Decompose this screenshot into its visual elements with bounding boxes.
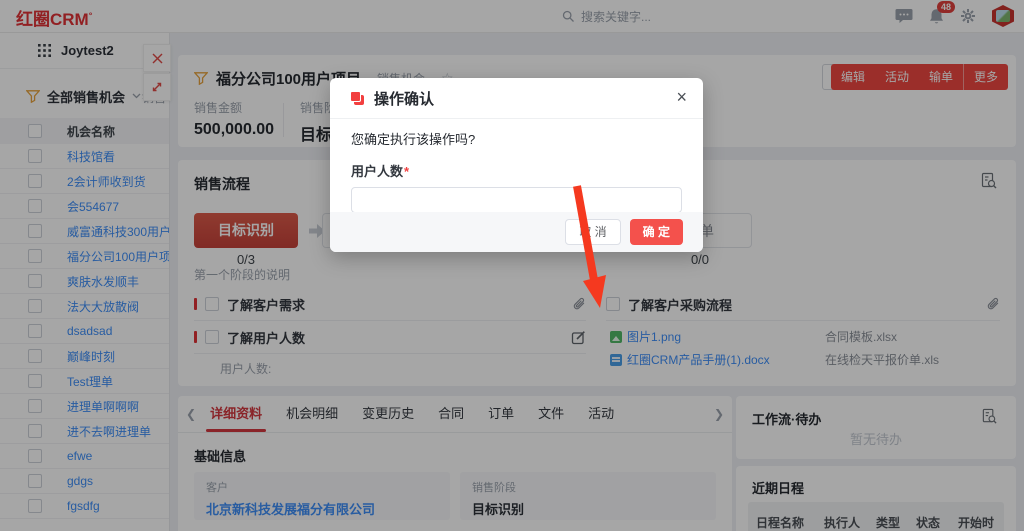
confirm-dialog: 操作确认 × 您确定执行该操作吗? 用户人数* 取 消 确 定 (330, 78, 703, 252)
app-window: 红圈CRM° 搜索关键字... 48 Joyt (0, 0, 1024, 531)
field-label: 用户人数* (351, 161, 682, 180)
dialog-icon (350, 91, 365, 106)
dialog-close-icon[interactable]: × (676, 86, 687, 108)
dialog-title: 操作确认 (374, 88, 434, 109)
cancel-button[interactable]: 取 消 (565, 219, 620, 245)
dialog-message: 您确定执行该操作吗? (351, 129, 682, 148)
user-count-input[interactable] (351, 187, 682, 213)
required-asterisk: * (404, 164, 409, 179)
confirm-button[interactable]: 确 定 (630, 219, 683, 245)
